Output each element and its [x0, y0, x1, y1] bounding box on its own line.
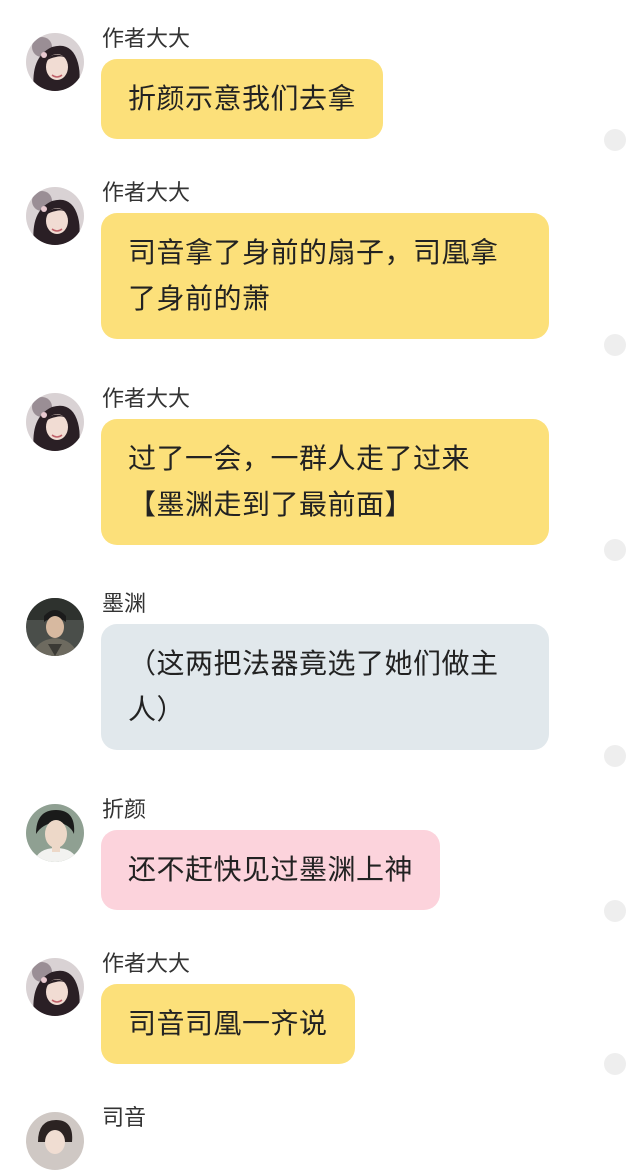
- sender-name: 作者大大: [102, 181, 191, 206]
- message-bubble[interactable]: 还不赶快见过墨渊上神: [101, 830, 441, 910]
- sender-name: 作者大大: [102, 387, 191, 412]
- message-bubble[interactable]: 司音拿了身前的扇子，司凰拿了身前的萧: [101, 213, 549, 339]
- sender-name: 作者大大: [102, 952, 191, 977]
- siyin-avatar[interactable]: [26, 1112, 84, 1170]
- sender-name: 作者大大: [102, 27, 191, 52]
- author-avatar[interactable]: [26, 393, 84, 451]
- zheyan-avatar[interactable]: [26, 804, 84, 862]
- message-bubble[interactable]: 司音司凰一齐说: [101, 984, 355, 1064]
- status-dot-icon: [604, 900, 626, 922]
- sender-name: 司音: [102, 1106, 147, 1131]
- author-avatar[interactable]: [26, 958, 84, 1016]
- status-dot-icon: [604, 539, 626, 561]
- moyuan-avatar[interactable]: [26, 598, 84, 656]
- status-dot-icon: [604, 334, 626, 356]
- message-bubble[interactable]: 折颜示意我们去拿: [101, 59, 384, 139]
- author-avatar[interactable]: [26, 33, 84, 91]
- message-bubble[interactable]: （这两把法器竟选了她们做主人）: [101, 624, 549, 750]
- status-dot-icon: [604, 129, 626, 151]
- status-dot-icon: [604, 745, 626, 767]
- sender-name: 折颜: [102, 798, 147, 823]
- author-avatar[interactable]: [26, 187, 84, 245]
- status-dot-icon: [604, 1053, 626, 1075]
- sender-name: 墨渊: [102, 592, 147, 617]
- message-bubble[interactable]: 过了一会，一群人走了过来【墨渊走到了最前面】: [101, 419, 549, 545]
